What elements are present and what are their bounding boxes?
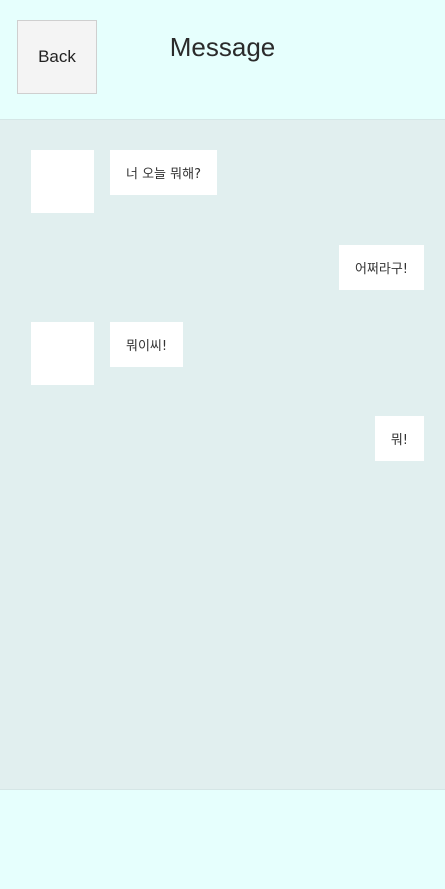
header-bar: Back Message bbox=[0, 0, 445, 120]
message-bubble-incoming: 뭐이씨! bbox=[110, 322, 184, 367]
page-title: Message bbox=[169, 32, 276, 62]
message-bubble-outgoing: 어쩌라구! bbox=[338, 245, 424, 290]
input-bar[interactable] bbox=[0, 789, 445, 889]
message-list[interactable]: 너 오늘 뭐해? 어쩌라구! 뭐이씨! 뭐! bbox=[0, 120, 445, 789]
message-bubble-outgoing: 뭐! bbox=[374, 416, 424, 461]
message-bubble-incoming: 너 오늘 뭐해? bbox=[110, 150, 217, 195]
avatar bbox=[31, 322, 94, 385]
avatar bbox=[31, 150, 94, 213]
